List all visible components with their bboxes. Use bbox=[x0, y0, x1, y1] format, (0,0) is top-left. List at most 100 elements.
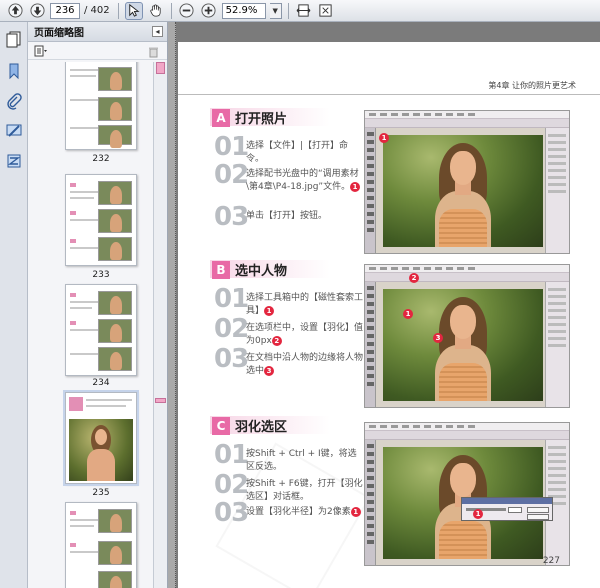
section-letter: A bbox=[212, 108, 230, 127]
thumbnail-text-line bbox=[70, 191, 100, 193]
screenshot-figure: 2 1 3 bbox=[364, 264, 570, 408]
screenshot-menubar bbox=[365, 265, 569, 273]
chevron-down-icon: ▼ bbox=[272, 6, 278, 15]
thumbnail-text-line bbox=[70, 197, 94, 199]
thumbnail-text-line bbox=[70, 99, 98, 101]
chapter-header: 第4章 让你的照片更艺术 bbox=[488, 81, 576, 90]
thumbnail-image bbox=[98, 541, 132, 565]
signatures-panel-button[interactable] bbox=[5, 122, 23, 140]
screenshot-menubar bbox=[365, 423, 569, 431]
collapse-arrow-icon: ◂ bbox=[155, 27, 160, 36]
toolbar-separator bbox=[170, 2, 172, 19]
section-name: 选中人物 bbox=[235, 264, 288, 279]
thumbnail-section-mark bbox=[70, 511, 76, 515]
step-text: 在选项栏中，设置【羽化】值为0px 2 bbox=[246, 322, 364, 348]
section-title-a: A 打开照片 bbox=[212, 108, 287, 127]
callout-marker: 3 bbox=[433, 333, 443, 343]
thumbnail-section-mark bbox=[70, 211, 76, 215]
section-letter: C bbox=[212, 416, 230, 435]
panel-splitter[interactable] bbox=[168, 22, 176, 588]
thumbnail-page[interactable] bbox=[65, 502, 137, 588]
thumbnail-figure-face bbox=[95, 429, 107, 445]
step-text: 选择工具箱中的【磁性套索工具】 1 bbox=[246, 292, 364, 318]
thumbnail-scrollbar[interactable] bbox=[153, 62, 167, 588]
thumbnail-image bbox=[98, 509, 132, 533]
zoom-dropdown-button[interactable]: ▼ bbox=[269, 2, 282, 19]
attachments-panel-button[interactable] bbox=[5, 92, 23, 110]
panel-close-button[interactable]: ◂ bbox=[152, 26, 163, 37]
thumbnail-label: 233 bbox=[92, 270, 110, 280]
trash-icon[interactable] bbox=[148, 46, 159, 58]
fit-page-button[interactable] bbox=[317, 2, 335, 20]
pages-panel-button[interactable] bbox=[5, 30, 23, 48]
step-number: 03 bbox=[214, 344, 249, 374]
thumbnail-page-current[interactable] bbox=[63, 390, 139, 486]
thumbnail-text-line bbox=[70, 353, 100, 355]
screenshot-panel bbox=[545, 128, 569, 253]
thumbnail-image bbox=[98, 125, 132, 148]
step-text: 按Shift + Ctrl + I键，将选区反选。 bbox=[246, 449, 357, 472]
fit-page-icon bbox=[319, 4, 332, 17]
zoom-in-button[interactable] bbox=[200, 2, 218, 20]
options-menu-icon bbox=[34, 45, 47, 56]
screenshot-toolbar bbox=[365, 273, 569, 282]
section-name: 羽化选区 bbox=[235, 420, 288, 435]
thumbnail-section-mark bbox=[70, 543, 76, 547]
dialog-cancel-button bbox=[527, 514, 549, 520]
step-number: 03 bbox=[214, 202, 249, 232]
thumbnail-image bbox=[98, 319, 132, 343]
thumbnail-image bbox=[98, 67, 132, 91]
thumbnail-image bbox=[98, 347, 132, 371]
thumbnail-page[interactable] bbox=[65, 62, 137, 150]
layers-panel-button[interactable] bbox=[5, 152, 23, 170]
signature-pen-icon bbox=[6, 124, 22, 137]
screenshot-toolbox bbox=[365, 282, 376, 407]
zoom-level-input[interactable] bbox=[221, 2, 266, 19]
callout-badge: 1 bbox=[350, 181, 361, 192]
bookmarks-panel-button[interactable] bbox=[5, 62, 23, 80]
thumbnail-page[interactable] bbox=[65, 174, 137, 266]
thumbnail-page[interactable] bbox=[65, 284, 137, 376]
zoom-out-button[interactable] bbox=[178, 2, 196, 20]
screenshot-photo bbox=[383, 135, 543, 247]
cursor-arrow-icon bbox=[129, 3, 140, 17]
thumbnail-section-mark bbox=[70, 293, 76, 297]
thumbnail-text-line bbox=[86, 405, 126, 407]
page-number-input[interactable] bbox=[50, 2, 80, 19]
header-rule bbox=[178, 94, 600, 95]
hand-tool-button[interactable] bbox=[147, 2, 165, 20]
step-text-content: 设置【羽化半径】为2像素 bbox=[246, 507, 351, 517]
step-text: 选择【文件】|【打开】命令。 bbox=[246, 141, 349, 164]
section-name: 打开照片 bbox=[235, 112, 288, 127]
navigation-rail bbox=[0, 22, 28, 588]
panel-options-button[interactable] bbox=[28, 42, 167, 60]
callout-badge: 3 bbox=[264, 365, 275, 376]
next-page-button[interactable] bbox=[28, 2, 46, 20]
previous-page-button[interactable] bbox=[6, 2, 24, 20]
select-tool-button[interactable] bbox=[124, 1, 143, 20]
toolbar-separator bbox=[117, 2, 119, 19]
screenshot-toolbox bbox=[365, 128, 376, 253]
thumbnail-section-mark bbox=[70, 183, 76, 187]
thumbnail-text-line bbox=[70, 247, 100, 249]
document-view[interactable]: 第4章 让你的照片更艺术 A 打开照片 01 选择【文件】|【打开】命令。 02… bbox=[168, 22, 600, 588]
fit-width-icon bbox=[296, 4, 311, 17]
page-number: 227 bbox=[542, 556, 560, 566]
thumbnail-image bbox=[98, 237, 132, 261]
figure-top bbox=[439, 363, 487, 401]
step-number: 02 bbox=[214, 470, 249, 500]
step-text: 选择配书光盘中的“调用素材\第4章\P4-18.jpg”文件。 1 bbox=[246, 168, 364, 194]
fit-width-button[interactable] bbox=[295, 2, 313, 20]
scrollbar-thumb[interactable] bbox=[156, 62, 165, 74]
step-number: 02 bbox=[214, 314, 249, 344]
thumbnail-figure-body bbox=[87, 449, 115, 481]
thumbnail-text-line bbox=[70, 551, 98, 553]
thumbnail-section-mark bbox=[69, 397, 83, 411]
callout-marker: 2 bbox=[409, 273, 419, 283]
step-number: 03 bbox=[214, 498, 249, 528]
thumbnail-text-line bbox=[70, 329, 98, 331]
thumbnail-image bbox=[69, 419, 133, 481]
callout-marker: 1 bbox=[379, 133, 389, 143]
callout-marker: 1 bbox=[403, 309, 413, 319]
thumbnail-text-line bbox=[70, 307, 92, 309]
